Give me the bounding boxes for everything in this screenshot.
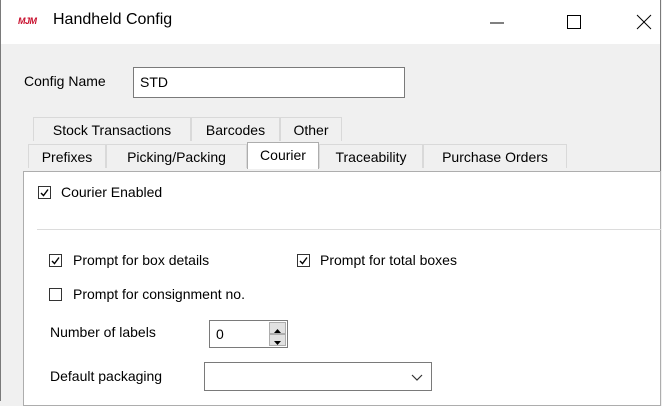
prompt-total-boxes-checkbox[interactable] xyxy=(297,254,310,267)
number-of-labels-value[interactable]: 0 xyxy=(216,326,224,342)
spin-down-button[interactable] xyxy=(269,334,286,346)
chevron-down-icon xyxy=(411,374,423,381)
tab-barcodes[interactable]: Barcodes xyxy=(191,117,280,141)
close-icon xyxy=(636,14,652,30)
tab-other[interactable]: Other xyxy=(280,117,342,141)
checkmark-icon xyxy=(40,189,49,197)
prompt-total-boxes-label: Prompt for total boxes xyxy=(320,252,457,268)
checkmark-icon xyxy=(51,257,60,265)
tab-courier[interactable]: Courier xyxy=(247,142,319,169)
config-name-input[interactable]: STD xyxy=(133,67,405,98)
maximize-icon xyxy=(567,15,581,29)
default-packaging-label: Default packaging xyxy=(50,368,163,384)
tab-traceability[interactable]: Traceability xyxy=(319,144,423,168)
spin-up-button[interactable] xyxy=(269,322,286,334)
prompt-consignment-label: Prompt for consignment no. xyxy=(73,286,245,302)
tab-prefixes[interactable]: Prefixes xyxy=(28,144,106,168)
arrow-down-icon xyxy=(274,341,281,345)
prompt-box-details-label: Prompt for box details xyxy=(73,252,210,268)
number-of-labels-label: Number of labels xyxy=(50,324,156,340)
minimize-button[interactable] xyxy=(474,0,520,44)
spinner-arrows xyxy=(269,322,286,346)
app-logo: MJM xyxy=(18,16,37,26)
prompt-consignment-checkbox[interactable] xyxy=(49,288,62,301)
maximize-button[interactable] xyxy=(551,0,597,44)
title-bar[interactable]: MJM Handheld Config xyxy=(1,0,660,44)
number-of-labels-spinner[interactable]: 0 xyxy=(209,320,288,348)
courier-enabled-label: Courier Enabled xyxy=(61,184,163,200)
prompt-box-details-checkbox[interactable] xyxy=(49,254,62,267)
config-name-label: Config Name xyxy=(24,73,106,89)
default-packaging-dropdown[interactable] xyxy=(204,362,432,391)
tab-picking-packing[interactable]: Picking/Packing xyxy=(106,144,247,168)
courier-enabled-checkbox[interactable] xyxy=(38,186,51,199)
tab-purchase-orders[interactable]: Purchase Orders xyxy=(423,144,567,168)
window-title: Handheld Config xyxy=(53,11,173,28)
checkmark-icon xyxy=(299,257,308,265)
tab-stock-transactions[interactable]: Stock Transactions xyxy=(33,117,191,141)
minimize-icon xyxy=(490,22,504,24)
group-box-border xyxy=(37,229,661,230)
close-button[interactable] xyxy=(628,0,660,44)
